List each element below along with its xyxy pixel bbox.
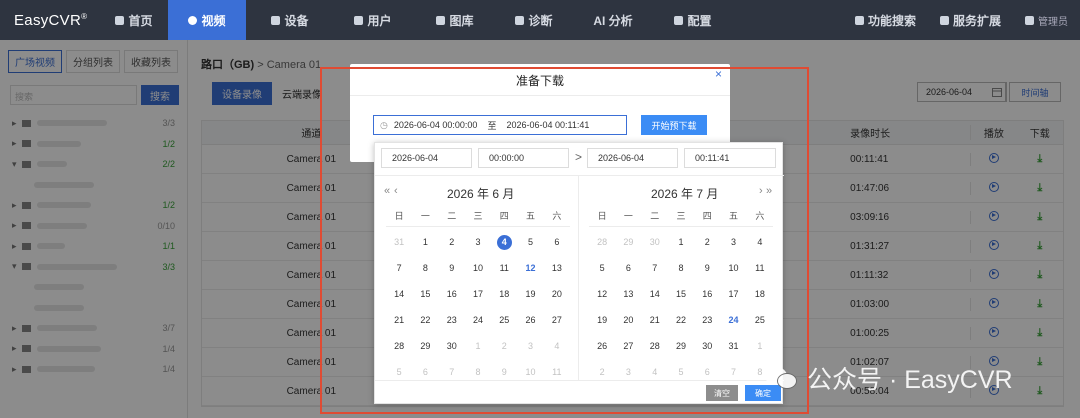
nav-right-group: 功能搜索 服务扩展 管理员: [843, 0, 1080, 40]
user-icon: [354, 15, 364, 25]
nav-item-config[interactable]: 配置: [656, 0, 730, 40]
puzzle-icon: [939, 15, 949, 25]
top-navbar: EasyCVR® 首页 视频 设备 用户 图库 诊断 AI 分析 配置 功能搜索…: [0, 0, 1080, 40]
nav-item-gallery[interactable]: 图库: [412, 0, 498, 40]
home-icon: [115, 15, 125, 25]
app-logo[interactable]: EasyCVR®: [0, 12, 100, 29]
watermark-text: 公众号 · EasyCVR: [807, 366, 1013, 394]
service-extension-button[interactable]: 服务扩展: [928, 0, 1013, 40]
feature-search-button[interactable]: 功能搜索: [843, 0, 928, 40]
gallery-icon: [436, 15, 446, 25]
nav-item-user[interactable]: 用户: [334, 0, 412, 40]
device-icon: [271, 15, 281, 25]
user-menu[interactable]: 管理员: [1013, 0, 1080, 40]
nav-item-home[interactable]: 首页: [100, 0, 168, 40]
watermark: 公众号 · EasyCVR: [765, 360, 1013, 396]
nav-item-diagnosis[interactable]: 诊断: [498, 0, 570, 40]
wechat-logo-icon: [765, 365, 799, 391]
video-play-icon: [188, 15, 198, 25]
nav-item-ai-analysis[interactable]: AI 分析: [570, 0, 656, 40]
user-icon: [1025, 15, 1034, 25]
gear-icon: [674, 15, 684, 25]
nav-item-video[interactable]: 视频: [168, 0, 246, 40]
diagnosis-icon: [515, 15, 525, 25]
highlight-frame: [320, 67, 809, 414]
search-icon: [854, 15, 864, 25]
nav-item-device[interactable]: 设备: [246, 0, 334, 40]
